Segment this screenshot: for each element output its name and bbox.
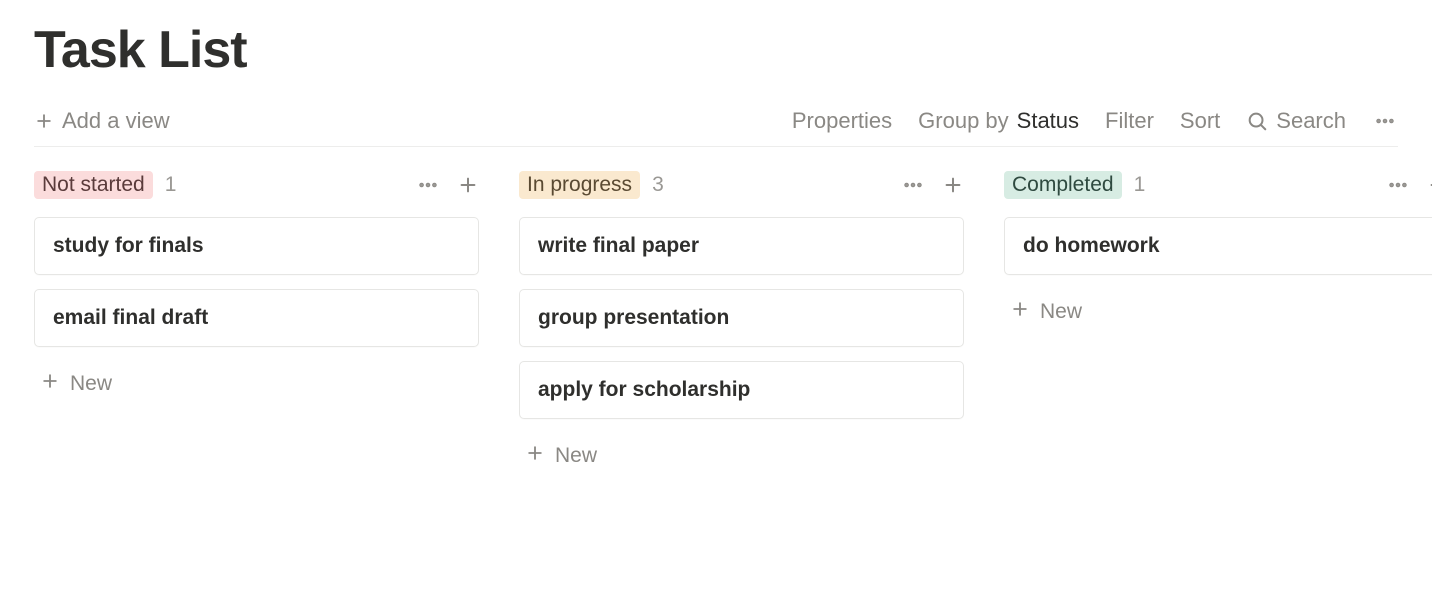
board: Not started 1 study for finals email final …	[34, 171, 1398, 479]
plus-icon	[40, 371, 60, 397]
task-card[interactable]: apply for scholarship	[519, 361, 964, 419]
properties-label: Properties	[792, 108, 892, 134]
sort-label: Sort	[1180, 108, 1220, 134]
toolbar-left: Add a view	[34, 108, 170, 134]
column-header-right	[1385, 174, 1432, 196]
column-add-button[interactable]	[457, 174, 479, 196]
group-by-button[interactable]: Group by Status	[918, 108, 1079, 134]
new-task-label: New	[1040, 300, 1082, 324]
column-status-tag[interactable]: Not started	[34, 171, 153, 199]
column-more-button[interactable]	[900, 174, 926, 196]
column: Not started 1 study for finals email final …	[34, 171, 479, 479]
column-add-button[interactable]	[942, 174, 964, 196]
plus-icon	[1010, 299, 1030, 325]
new-task-button[interactable]: New	[1004, 289, 1432, 335]
column: In progress 3 write final paper group prese…	[519, 171, 964, 479]
task-card[interactable]: write final paper	[519, 217, 964, 275]
search-label: Search	[1276, 108, 1346, 134]
plus-icon	[525, 443, 545, 469]
group-by-prefix: Group by	[918, 108, 1009, 134]
add-view-button[interactable]: Add a view	[34, 108, 170, 134]
new-task-button[interactable]: New	[519, 433, 964, 479]
page: Task List Add a view Properties Group by…	[0, 0, 1432, 519]
filter-label: Filter	[1105, 108, 1154, 134]
column-count: 3	[652, 173, 664, 197]
filter-button[interactable]: Filter	[1105, 108, 1154, 134]
task-card[interactable]: study for finals	[34, 217, 479, 275]
search-button[interactable]: Search	[1246, 108, 1346, 134]
task-card[interactable]: group presentation	[519, 289, 964, 347]
page-title: Task List	[34, 20, 1398, 80]
column-count: 1	[165, 173, 177, 197]
column-add-button[interactable]	[1427, 174, 1432, 196]
more-icon	[1372, 110, 1398, 132]
column-more-button[interactable]	[415, 174, 441, 196]
column-header: In progress 3	[519, 171, 964, 199]
toolbar: Add a view Properties Group by Status Fi…	[34, 108, 1398, 147]
properties-button[interactable]: Properties	[792, 108, 892, 134]
column-header: Not started 1	[34, 171, 479, 199]
toolbar-right: Properties Group by Status Filter Sort S…	[792, 108, 1398, 134]
column-more-button[interactable]	[1385, 174, 1411, 196]
column-count: 1	[1134, 173, 1146, 197]
new-task-label: New	[555, 444, 597, 468]
column-header: Completed 1	[1004, 171, 1432, 199]
search-icon	[1246, 110, 1268, 132]
add-view-label: Add a view	[62, 108, 170, 134]
task-card[interactable]: do homework	[1004, 217, 1432, 275]
new-task-label: New	[70, 372, 112, 396]
more-menu-button[interactable]	[1372, 110, 1398, 132]
task-card[interactable]: email final draft	[34, 289, 479, 347]
column-header-left: Not started 1	[34, 171, 176, 199]
plus-icon	[34, 111, 54, 131]
column-status-tag[interactable]: Completed	[1004, 171, 1122, 199]
column-header-right	[900, 174, 964, 196]
column-header-left: Completed 1	[1004, 171, 1145, 199]
column-status-tag[interactable]: In progress	[519, 171, 640, 199]
group-by-value: Status	[1017, 108, 1079, 134]
column-header-left: In progress 3	[519, 171, 664, 199]
new-task-button[interactable]: New	[34, 361, 479, 407]
column: Completed 1 do homework New	[1004, 171, 1432, 479]
column-header-right	[415, 174, 479, 196]
sort-button[interactable]: Sort	[1180, 108, 1220, 134]
